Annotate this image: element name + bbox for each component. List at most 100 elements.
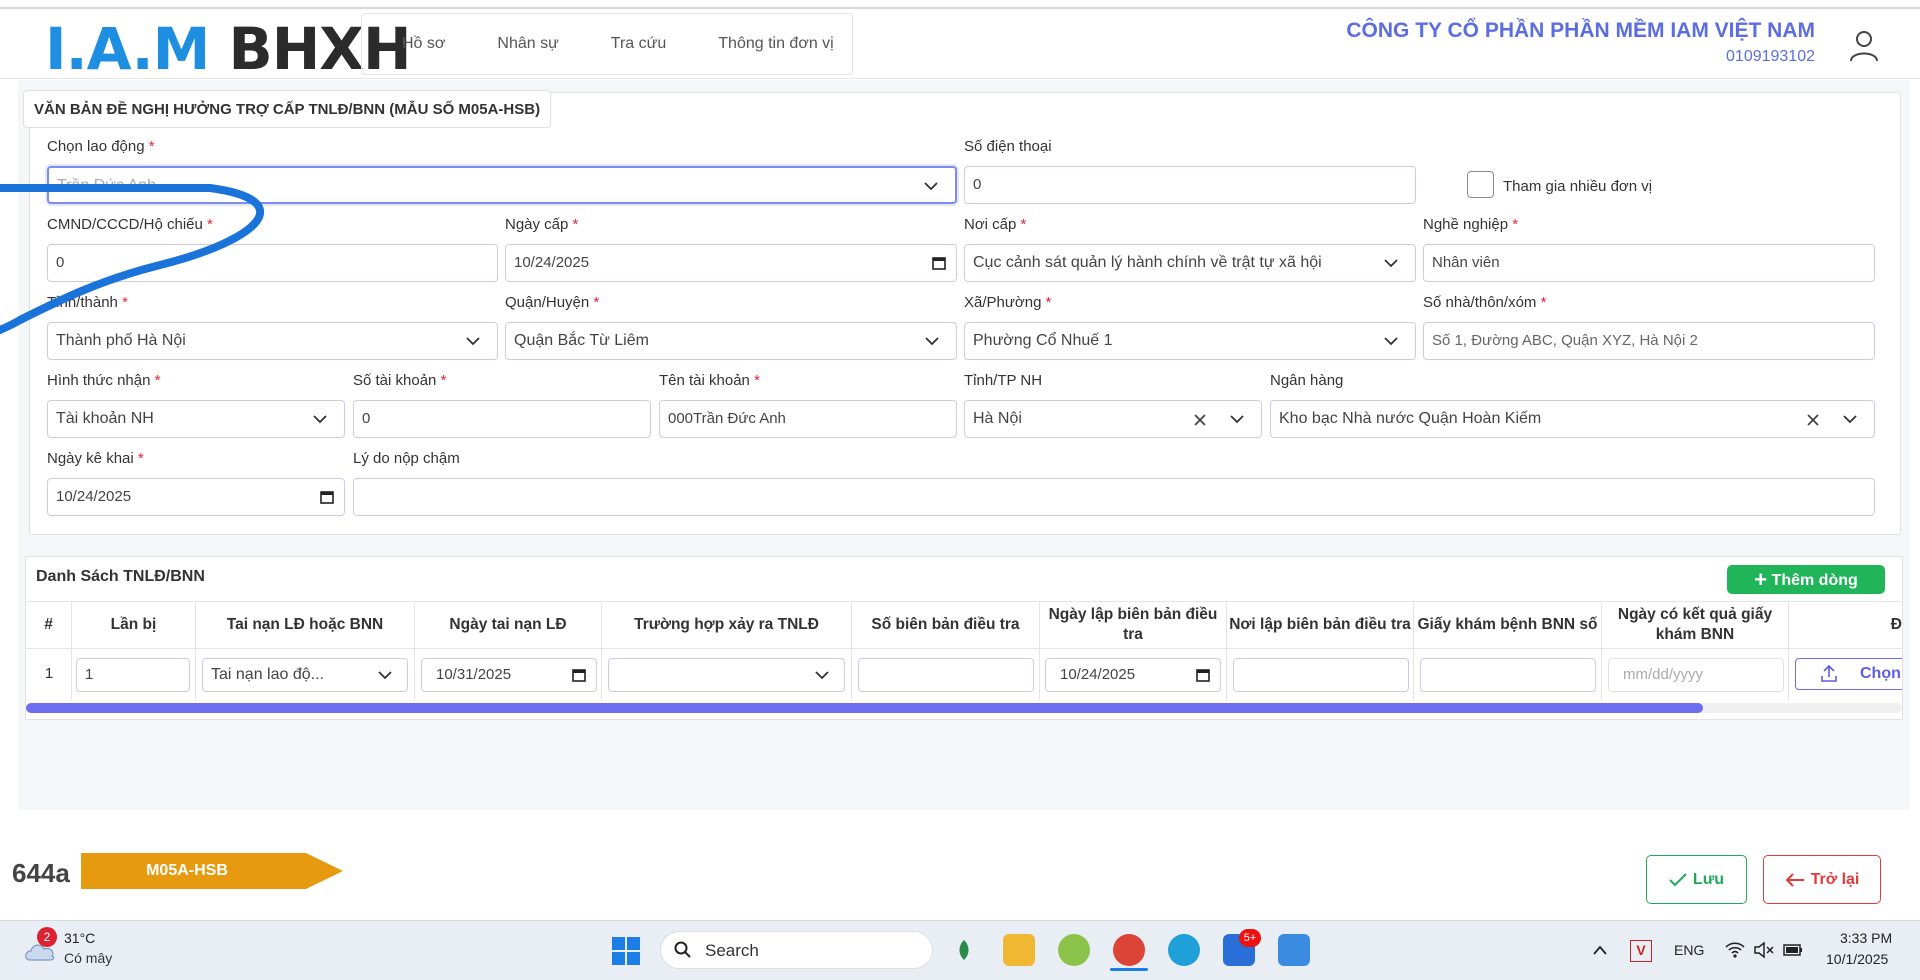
form-badge: M05A-HSB xyxy=(146,862,228,879)
chevron-down-icon xyxy=(466,337,480,346)
select-noi-cap[interactable]: Cục cảnh sát quản lý hành chính về trật … xyxy=(964,244,1416,282)
app-v-icon[interactable]: V xyxy=(1630,940,1652,962)
nav-thong-tin-don-vi[interactable]: Thông tin đơn vị xyxy=(718,35,833,53)
date-ngay-tai-nan-value: 10/31/2025 xyxy=(436,666,512,683)
input-so-bien-ban[interactable] xyxy=(858,658,1034,692)
input-so-nha[interactable]: Số 1, Đường ABC, Quận XYZ, Hà Nội 2 xyxy=(1423,322,1875,360)
cell-noi-lap xyxy=(1227,649,1414,701)
windows-start-icon[interactable] xyxy=(612,937,640,965)
checkbox-tham-gia-nhieu-don-vi[interactable] xyxy=(1467,171,1494,198)
weather-badge: 2 xyxy=(37,927,57,947)
upload-label: Chọn xyxy=(1860,665,1901,682)
back-button[interactable]: Trở lại xyxy=(1763,855,1881,904)
label-quan-huyen: Quận/Huyện * xyxy=(505,294,600,311)
select-xa-phuong[interactable]: Phường Cổ Nhuế 1 xyxy=(964,322,1416,360)
add-row-button[interactable]: + Thêm dòng xyxy=(1727,565,1885,594)
date-ngay-cap[interactable]: 10/24/2025 xyxy=(505,244,957,282)
select-truong-hop[interactable] xyxy=(608,658,845,692)
volume-muted-icon[interactable] xyxy=(1753,941,1775,959)
label-ly-do-nop-cham: Lý do nộp chậm xyxy=(353,450,460,467)
label-tinh-tp-nh: Tỉnh/TP NH xyxy=(964,372,1043,389)
photos-icon[interactable] xyxy=(1278,934,1310,966)
horizontal-scrollbar-thumb[interactable] xyxy=(26,703,1703,713)
label-so-dien-thoai: Số điện thoại xyxy=(964,138,1052,155)
main-nav: Hồ sơ Nhân sự Tra cứu Thông tin đơn vị xyxy=(361,13,853,75)
input-noi-lap[interactable] xyxy=(1233,658,1409,692)
chevron-up-icon[interactable] xyxy=(1592,944,1608,956)
chevron-down-icon xyxy=(1843,415,1857,424)
input-giay-kham[interactable] xyxy=(1420,658,1596,692)
select-tinh-thanh[interactable]: Thành phố Hà Nội xyxy=(47,322,498,360)
col-noi-lap: Nơi lập biên bản điều tra xyxy=(1227,601,1414,649)
chevron-down-icon xyxy=(378,671,392,680)
col-loai: Tai nạn LĐ hoặc BNN xyxy=(196,601,415,649)
select-tinh-tp-nh[interactable]: Hà Nội xyxy=(964,400,1262,438)
select-ngan-hang[interactable]: Kho bạc Nhà nước Quận Hoàn Kiếm xyxy=(1270,400,1875,438)
clear-icon[interactable] xyxy=(1806,413,1820,427)
search-icon xyxy=(674,941,691,958)
label-ngay-cap: Ngày cấp * xyxy=(505,216,579,233)
select-quan-huyen[interactable]: Quận Bắc Từ Liêm xyxy=(505,322,957,360)
form-legend: VĂN BẢN ĐỀ NGHỊ HƯỞNG TRỢ CẤP TNLĐ/BNN (… xyxy=(23,90,552,128)
chevron-down-icon xyxy=(815,671,829,680)
edge-icon[interactable] xyxy=(1168,934,1200,966)
chevron-down-icon xyxy=(1230,415,1244,424)
language-indicator[interactable]: ENG xyxy=(1674,942,1704,958)
form-code: 644a xyxy=(12,858,70,888)
nav-tra-cuu[interactable]: Tra cứu xyxy=(611,35,666,53)
col-ngay-lap: Ngày lập biên bản điều tra xyxy=(1040,601,1227,649)
user-icon[interactable] xyxy=(1848,29,1880,63)
upload-button[interactable]: Chọn xyxy=(1795,658,1902,690)
leaf-app-icon[interactable] xyxy=(950,936,978,964)
col-so-bien-ban: Số biên bản điều tra xyxy=(852,601,1040,649)
calendar-icon[interactable] xyxy=(320,490,334,504)
label-so-nha: Số nhà/thôn/xóm * xyxy=(1423,294,1547,311)
label-tinh-thanh: Tỉnh/thành * xyxy=(47,294,128,311)
date-ngay-ke-khai-value: 10/24/2025 xyxy=(56,488,132,505)
file-explorer-icon[interactable] xyxy=(1003,934,1035,966)
app-icon-green[interactable] xyxy=(1058,934,1090,966)
input-so-tai-khoan[interactable]: 0 xyxy=(353,400,651,438)
battery-icon[interactable] xyxy=(1782,941,1804,959)
input-so-dien-thoai[interactable]: 0 xyxy=(964,166,1416,204)
clock-date[interactable]: 10/1/2025 xyxy=(1826,951,1888,967)
date-ngay-ket-qua[interactable]: mm/dd/yyyy xyxy=(1608,658,1784,692)
search-label: Search xyxy=(705,941,759,960)
date-ngay-tai-nan[interactable]: 10/31/2025 xyxy=(421,658,597,692)
chevron-down-icon xyxy=(1384,337,1398,346)
date-placeholder: mm/dd/yyyy xyxy=(1623,666,1704,683)
input-ten-tai-khoan[interactable]: 000Trần Đức Anh xyxy=(659,400,957,438)
wifi-icon[interactable] xyxy=(1724,941,1746,959)
cell-truong-hop xyxy=(602,649,852,701)
chrome-icon[interactable] xyxy=(1113,934,1145,966)
table-title: Danh Sách TNLĐ/BNN xyxy=(36,568,205,585)
select-loai[interactable]: Tai nạn lao độ... xyxy=(202,658,408,692)
taskbar-search[interactable] xyxy=(660,931,933,969)
label-hinh-thuc-nhan: Hình thức nhận * xyxy=(47,372,161,389)
chevron-down-icon xyxy=(1384,259,1398,268)
calendar-icon[interactable] xyxy=(932,256,946,270)
select-chon-lao-dong[interactable]: Trần Đức Anh xyxy=(47,166,957,204)
cell-upload: Chọn xyxy=(1789,649,1902,701)
col-giay-kham: Giấy khám bệnh BNN số xyxy=(1414,601,1602,649)
calendar-icon[interactable] xyxy=(572,668,586,682)
calendar-icon[interactable] xyxy=(1196,668,1210,682)
label-ngay-ke-khai: Ngày kê khai * xyxy=(47,450,144,467)
clear-icon[interactable] xyxy=(1193,413,1207,427)
plus-icon: + xyxy=(1754,567,1768,592)
nav-ho-so[interactable]: Hồ sơ xyxy=(402,35,445,53)
col-ngay-ket-qua: Ngày có kết quả giấy khám BNN xyxy=(1602,601,1789,649)
save-button[interactable]: Lưu xyxy=(1646,855,1747,904)
col-truncated: Đ xyxy=(1890,616,1902,633)
logo[interactable]: I.A.M BHXH xyxy=(45,19,412,79)
select-hinh-thuc-nhan[interactable]: Tài khoản NH xyxy=(47,400,345,438)
input-lan-bi[interactable]: 1 xyxy=(76,658,190,692)
nav-nhan-su[interactable]: Nhân sự xyxy=(497,35,558,53)
input-ly-do-nop-cham[interactable] xyxy=(353,478,1875,516)
date-ngay-lap[interactable]: 10/24/2025 xyxy=(1045,658,1221,692)
label-noi-cap: Nơi cấp * xyxy=(964,216,1027,233)
date-ngay-ke-khai[interactable]: 10/24/2025 xyxy=(47,478,345,516)
input-cmnd[interactable]: 0 xyxy=(47,244,498,282)
input-nghe-nghiep[interactable]: Nhân viên xyxy=(1423,244,1875,282)
clock-time[interactable]: 3:33 PM xyxy=(1840,930,1892,946)
